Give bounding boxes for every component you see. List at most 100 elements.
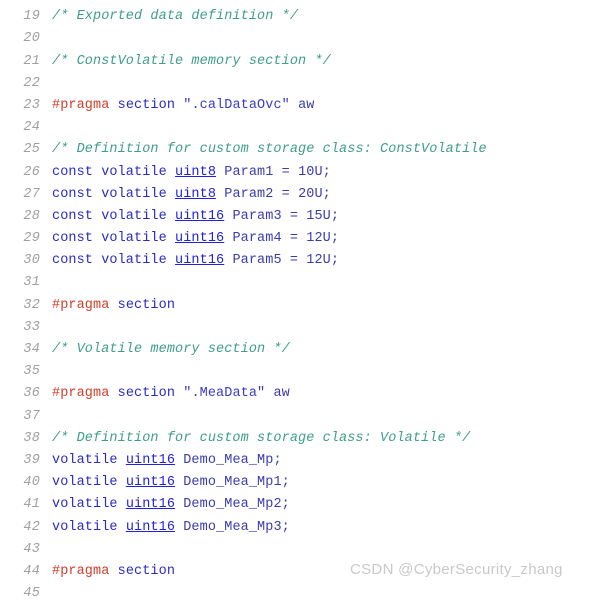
code-token: uint8 <box>175 186 217 202</box>
code-token: #pragma <box>52 297 110 313</box>
code-text[interactable]: volatile uint16 Demo_Mea_Mp2; <box>52 494 290 516</box>
line-number: 42 <box>23 519 40 535</box>
line-number: 28 <box>23 208 40 224</box>
code-line[interactable]: 33 <box>0 317 615 339</box>
code-token: Param5 = <box>224 253 307 269</box>
code-text[interactable]: const volatile uint8 Param2 = 20U; <box>52 184 331 206</box>
code-token: 10U <box>298 164 323 180</box>
code-token: Param2 = <box>216 186 299 202</box>
code-text[interactable]: volatile uint16 Demo_Mea_Mp3; <box>52 517 290 539</box>
code-text[interactable]: /* Definition for custom storage class: … <box>52 428 470 450</box>
line-number: 24 <box>23 120 40 136</box>
code-token: #pragma <box>52 386 110 402</box>
code-line[interactable]: 41 volatile uint16 Demo_Mea_Mp2; <box>0 494 615 516</box>
code-text[interactable]: #pragma section ".calDataOvc" aw <box>52 95 314 117</box>
code-line[interactable]: 26 const volatile uint8 Param1 = 10U; <box>0 162 615 184</box>
code-text[interactable]: volatile uint16 Demo_Mea_Mp; <box>52 450 282 472</box>
code-token: 20U <box>298 186 323 202</box>
line-number: 39 <box>23 452 40 468</box>
line-number: 25 <box>23 142 40 158</box>
code-token: ; <box>330 253 340 269</box>
code-line[interactable]: 27 const volatile uint8 Param2 = 20U; <box>0 184 615 206</box>
code-token: aw <box>265 386 290 402</box>
code-token: uint16 <box>125 475 176 491</box>
code-token: uint16 <box>125 497 176 513</box>
line-number: 29 <box>23 231 40 247</box>
line-number: 30 <box>23 253 40 269</box>
code-token: /* Exported data definition */ <box>52 9 299 25</box>
code-text[interactable]: const volatile uint16 Param5 = 12U; <box>52 250 339 272</box>
code-line[interactable]: 37 <box>0 406 615 428</box>
code-token: ".calDataOvc" <box>183 97 290 113</box>
code-token: volatile <box>52 519 126 535</box>
code-editor[interactable]: 1819/* Exported data definition */2021/*… <box>0 0 615 602</box>
line-number: 43 <box>23 541 40 557</box>
code-line[interactable]: 28 const volatile uint16 Param3 = 15U; <box>0 206 615 228</box>
line-number: 26 <box>23 164 40 180</box>
code-lines-container[interactable]: 1819/* Exported data definition */2021/*… <box>0 0 615 602</box>
code-text[interactable]: volatile uint16 Demo_Mea_Mp1; <box>52 472 290 494</box>
code-line[interactable]: 43 <box>0 539 615 561</box>
code-line[interactable]: 19 /* Exported data definition */ <box>0 6 615 28</box>
code-token: Demo_Mea_Mp2; <box>175 497 290 513</box>
code-line[interactable]: 45 <box>0 583 615 602</box>
code-text[interactable]: const volatile uint16 Param4 = 12U; <box>52 228 339 250</box>
code-line[interactable]: 24 <box>0 117 615 139</box>
code-line[interactable]: 31 <box>0 272 615 294</box>
code-token: uint8 <box>175 164 217 180</box>
code-text[interactable]: #pragma section ".MeaData" aw <box>52 383 290 405</box>
code-line[interactable]: 21 /* ConstVolatile memory section */ <box>0 51 615 73</box>
code-token: volatile <box>52 475 126 491</box>
code-text[interactable]: #pragma section <box>52 561 175 583</box>
code-token: volatile <box>52 452 126 468</box>
code-token: uint16 <box>175 253 225 269</box>
line-number: 45 <box>23 586 40 602</box>
code-line[interactable]: 25 /* Definition for custom storage class… <box>0 139 615 161</box>
code-line[interactable]: 38 /* Definition for custom storage class… <box>0 428 615 450</box>
code-text[interactable]: const volatile uint8 Param1 = 10U; <box>52 162 331 184</box>
code-line[interactable]: 32 #pragma section <box>0 295 615 317</box>
line-number: 38 <box>23 430 40 446</box>
code-token: Demo_Mea_Mp3; <box>175 519 290 535</box>
code-token: aw <box>289 97 315 113</box>
code-line[interactable]: 34 /* Volatile memory section */ <box>0 339 615 361</box>
code-token: #pragma <box>52 563 110 579</box>
code-token: ; <box>322 164 331 180</box>
code-text[interactable]: #pragma section <box>52 295 175 317</box>
code-token: uint16 <box>175 208 225 224</box>
code-text[interactable]: /* Volatile memory section */ <box>52 339 290 361</box>
code-line[interactable]: 36 #pragma section ".MeaData" aw <box>0 383 615 405</box>
code-token: ; <box>322 186 331 202</box>
code-text[interactable]: const volatile uint16 Param3 = 15U; <box>52 206 339 228</box>
code-token: /* Volatile memory section */ <box>52 342 290 357</box>
line-number: 41 <box>23 497 40 513</box>
code-token: ; <box>330 208 340 224</box>
csdn-watermark: CSDN @CyberSecurity_zhang <box>350 561 563 578</box>
code-text[interactable]: /* Exported data definition */ <box>52 6 298 28</box>
code-token: Param3 = <box>224 208 307 224</box>
code-line[interactable]: 22 <box>0 73 615 95</box>
line-number: 44 <box>23 563 40 579</box>
code-line[interactable]: 35 <box>0 361 615 383</box>
code-line[interactable]: 40 volatile uint16 Demo_Mea_Mp1; <box>0 472 615 494</box>
line-number: 33 <box>23 319 40 335</box>
line-number: 36 <box>23 386 40 402</box>
line-number: 37 <box>23 408 40 424</box>
line-number: 34 <box>23 342 40 357</box>
code-line[interactable]: 39 volatile uint16 Demo_Mea_Mp; <box>0 450 615 472</box>
line-number: 32 <box>23 297 40 313</box>
code-line[interactable]: 23 #pragma section ".calDataOvc" aw <box>0 95 615 117</box>
code-line[interactable]: 30 const volatile uint16 Param5 = 12U; <box>0 250 615 272</box>
code-token: const volatile <box>52 231 176 247</box>
code-token: uint16 <box>125 452 176 468</box>
code-line[interactable]: 20 <box>0 28 615 50</box>
code-line[interactable]: 29 const volatile uint16 Param4 = 12U; <box>0 228 615 250</box>
code-token: section <box>117 97 176 113</box>
code-line[interactable]: 42 volatile uint16 Demo_Mea_Mp3; <box>0 517 615 539</box>
code-token: const volatile <box>52 208 176 224</box>
code-text[interactable]: /* Definition for custom storage class: … <box>52 139 487 161</box>
code-text[interactable]: /* ConstVolatile memory section */ <box>52 51 331 73</box>
